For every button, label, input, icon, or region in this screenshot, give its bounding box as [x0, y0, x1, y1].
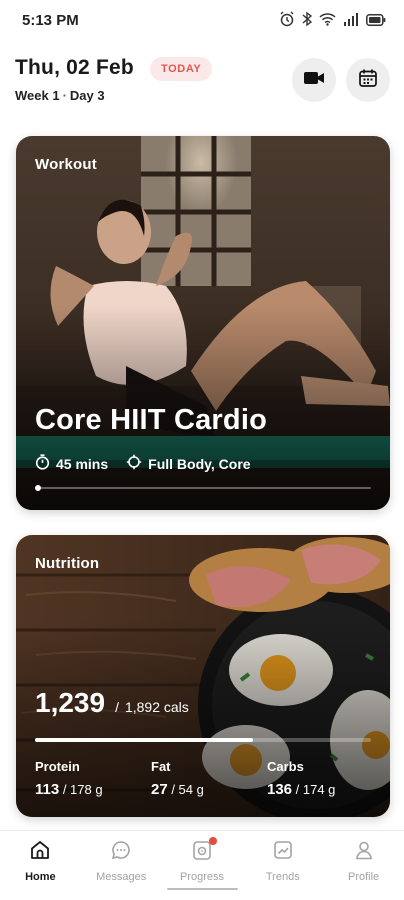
calendar-icon — [358, 68, 378, 93]
trends-icon — [272, 839, 294, 866]
macro-carbs: Carbs 136 / 174 g — [267, 759, 335, 798]
video-button[interactable] — [292, 58, 336, 102]
video-camera-icon — [303, 70, 325, 91]
workout-progress-track — [35, 485, 371, 491]
workout-meta: 45 mins Full Body, Core — [35, 454, 269, 473]
nav-item-profile[interactable]: Profile — [323, 831, 404, 900]
duration-text: 45 mins — [56, 455, 109, 472]
nav-item-home[interactable]: Home — [0, 831, 81, 900]
calories-line: 1,239 / 1,892 cals — [35, 687, 189, 719]
home-icon — [29, 839, 51, 866]
status-bar: 5:13 PM — [0, 0, 404, 40]
calories-progress-track — [35, 738, 371, 742]
status-icons — [279, 11, 386, 32]
home-indicator — [167, 888, 238, 890]
target-icon — [126, 454, 142, 473]
calories-goal: 1,892 cals — [124, 699, 189, 715]
person-icon — [353, 839, 375, 866]
macro-goal: / 178 g — [62, 782, 103, 797]
day-label: Day 3 — [69, 88, 105, 103]
nav-label: Messages — [96, 871, 147, 883]
nutrition-card[interactable]: Nutrition 1,239 / 1,892 cals Protein 113… — [16, 535, 390, 817]
macro-label: Protein — [35, 759, 80, 774]
duration-meta: 45 mins — [35, 454, 108, 473]
nav-label: Progress — [179, 871, 224, 883]
macro-label: Carbs — [267, 759, 304, 774]
macro-value: 113 — [35, 781, 60, 798]
today-badge[interactable]: TODAY — [150, 57, 213, 81]
calories-progress-fill — [35, 738, 254, 742]
alarm-icon — [279, 11, 295, 32]
chat-icon — [110, 839, 132, 866]
nav-label: Home — [25, 871, 56, 883]
nav-label: Profile — [347, 871, 380, 883]
calories-separator: / — [115, 699, 119, 715]
bluetooth-icon — [302, 11, 313, 32]
nav-item-trends[interactable]: Trends — [242, 831, 323, 900]
notification-dot — [208, 837, 217, 845]
focus-meta: Full Body, Core — [126, 454, 251, 473]
workout-title: Core HIIT Cardio — [35, 404, 267, 436]
status-time: 5:13 PM — [22, 12, 79, 29]
macro-value: 27 — [151, 781, 168, 798]
macro-fat: Fat 27 / 54 g — [151, 759, 204, 798]
wifi-icon — [319, 12, 336, 31]
date-title: Thu, 02 Feb — [15, 56, 134, 79]
workout-progress-dot — [35, 485, 41, 491]
macro-label: Fat — [151, 759, 171, 774]
macro-goal: / 54 g — [171, 782, 204, 797]
workout-label: Workout — [35, 156, 97, 173]
week-label: Week 1 — [15, 88, 60, 103]
week-day-line: Week 1 · Day 3 — [15, 88, 105, 103]
calories-value: 1,239 — [35, 687, 106, 718]
calendar-button[interactable] — [346, 58, 390, 102]
stopwatch-icon — [35, 454, 50, 473]
macro-value: 136 — [267, 781, 293, 798]
signal-icon — [343, 12, 359, 31]
battery-icon — [366, 13, 386, 31]
macro-goal: / 174 g — [295, 782, 336, 797]
nutrition-label: Nutrition — [35, 555, 100, 572]
focus-text: Full Body, Core — [148, 455, 251, 472]
workout-card[interactable]: Workout Core HIIT Cardio 45 mins Full Bo… — [16, 136, 390, 510]
header: Thu, 02 Feb TODAY Week 1 · Day 3 — [0, 50, 404, 110]
nav-item-messages[interactable]: Messages — [81, 831, 162, 900]
macro-protein: Protein 113 / 178 g — [35, 759, 103, 798]
nav-label: Trends — [265, 871, 300, 883]
